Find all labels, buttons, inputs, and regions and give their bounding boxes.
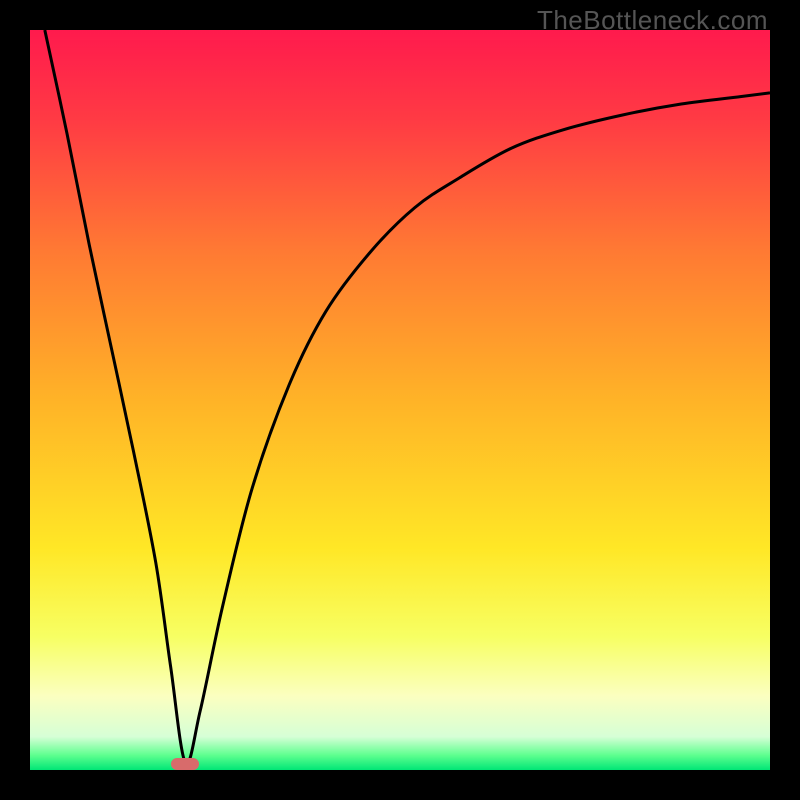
bottleneck-curve	[45, 30, 770, 764]
plot-area	[30, 30, 770, 770]
chart-frame: TheBottleneck.com	[0, 0, 800, 800]
optimal-point-marker	[171, 758, 199, 770]
curve-layer	[30, 30, 770, 770]
